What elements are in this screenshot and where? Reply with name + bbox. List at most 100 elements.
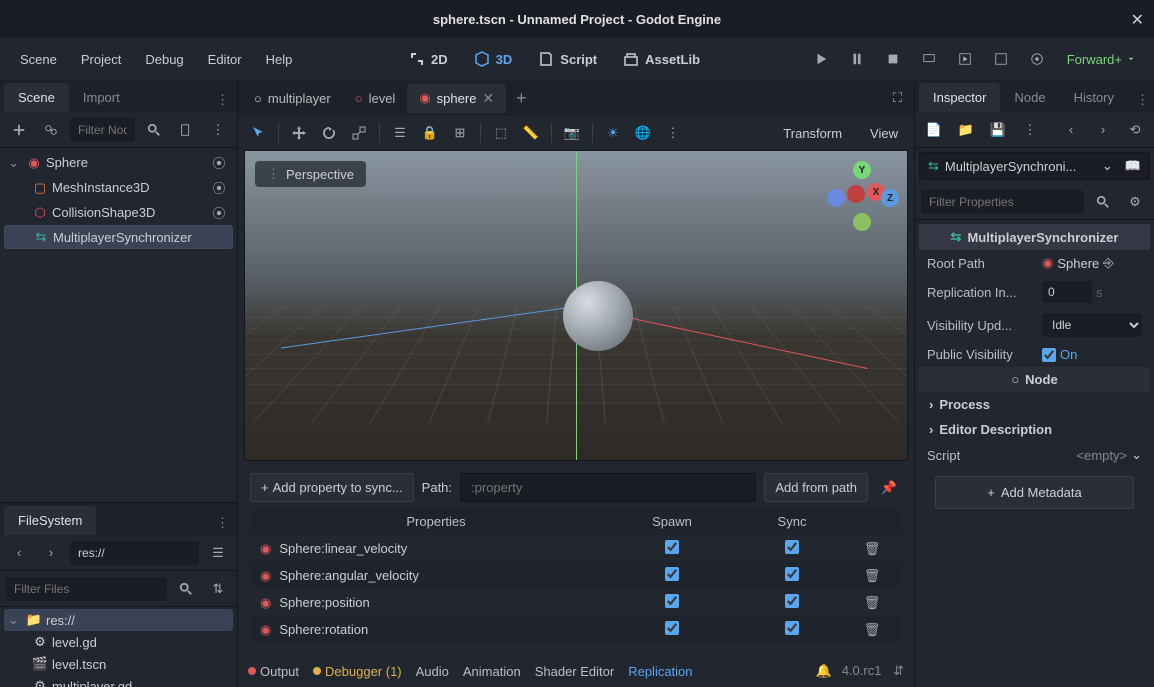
history-forward-icon[interactable]: › [1090, 117, 1116, 143]
bottom-tab-debugger[interactable]: Debugger (1) [313, 664, 402, 679]
add-from-path-button[interactable]: Add from path [764, 473, 868, 502]
spawn-checkbox[interactable] [665, 594, 679, 608]
view-menu[interactable]: View [860, 122, 908, 145]
tab-inspector[interactable]: Inspector [919, 83, 1000, 112]
editor-desc-group[interactable]: › Editor Description [919, 417, 1150, 442]
history-back-icon[interactable]: ‹ [1058, 117, 1084, 143]
sync-checkbox[interactable] [785, 594, 799, 608]
mode-assetlib-button[interactable]: AssetLib [613, 45, 710, 73]
snap-tool[interactable]: ⬚ [487, 119, 515, 147]
expand-viewport-icon[interactable]: ⛶ [885, 86, 910, 110]
tree-node-mesh[interactable]: ▢ MeshInstance3D ⦿ [4, 175, 233, 200]
add-metadata-button[interactable]: + Add Metadata [935, 476, 1134, 509]
select-tool[interactable] [244, 119, 272, 147]
fs-path-input[interactable] [70, 541, 199, 565]
prop-visibility-update-select[interactable]: Idle [1042, 313, 1142, 337]
lock-tool[interactable]: 🔒 [416, 119, 444, 147]
fs-split-icon[interactable]: ☰ [205, 540, 231, 566]
group-tool[interactable]: ⊞ [446, 119, 474, 147]
node-section-header[interactable]: ○ Node [919, 367, 1150, 392]
tab-filesystem[interactable]: FileSystem [4, 506, 96, 535]
sync-checkbox[interactable] [785, 621, 799, 635]
tab-history[interactable]: History [1060, 83, 1128, 112]
search-icon[interactable] [141, 117, 167, 143]
spawn-checkbox[interactable] [665, 621, 679, 635]
viewport-3d[interactable]: ⋮ Perspective Y X Z [244, 150, 908, 461]
perspective-dropdown[interactable]: ⋮ Perspective [255, 161, 366, 187]
save-resource-icon[interactable]: 💾 [985, 117, 1011, 143]
gizmo-neg-y[interactable] [853, 213, 871, 231]
script-value[interactable]: <empty> [1077, 448, 1128, 463]
bottom-tab-audio[interactable]: Audio [416, 664, 449, 679]
rotate-tool[interactable] [315, 119, 343, 147]
scene-tab-sphere[interactable]: ◉ sphere ✕ [407, 84, 506, 113]
doc-icon[interactable]: 📖 [1125, 158, 1141, 174]
gizmo-y[interactable]: Y [853, 161, 871, 179]
menu-project[interactable]: Project [71, 46, 131, 73]
visibility-icon[interactable]: ⦿ [209, 203, 229, 222]
process-group[interactable]: › Process [919, 392, 1150, 417]
add-node-button[interactable] [6, 117, 32, 143]
sync-checkbox[interactable] [785, 540, 799, 554]
fs-filter-input[interactable] [6, 577, 167, 601]
tab-import[interactable]: Import [69, 83, 134, 112]
tree-node-root[interactable]: ⌄ ◉ Sphere ⦿ [4, 150, 233, 175]
fs-dock-options[interactable]: ⋮ [208, 511, 237, 535]
filter-settings-icon[interactable]: ⚙ [1122, 189, 1148, 215]
fs-file[interactable]: ⚙ multiplayer.gd [4, 675, 233, 687]
chevron-down-icon[interactable]: ⌄ [1131, 447, 1142, 463]
sync-checkbox[interactable] [785, 567, 799, 581]
search-icon[interactable] [173, 576, 199, 602]
pin-icon[interactable]: 📌 [876, 475, 902, 501]
gizmo-neg[interactable] [827, 189, 845, 207]
scene-more-icon[interactable]: ⋮ [205, 117, 231, 143]
movie-button[interactable] [1023, 45, 1051, 73]
prop-root-path-value[interactable]: Sphere [1057, 256, 1099, 271]
environment-tool[interactable]: 🌐 [629, 119, 657, 147]
spawn-checkbox[interactable] [665, 540, 679, 554]
search-icon[interactable] [1090, 189, 1116, 215]
mode-script-button[interactable]: Script [528, 45, 607, 73]
transform-menu[interactable]: Transform [773, 122, 852, 145]
delete-icon[interactable]: 🗑 [852, 568, 892, 584]
attach-script-button[interactable] [173, 117, 199, 143]
close-tab-icon[interactable]: ✕ [482, 90, 494, 107]
add-scene-tab[interactable]: + [506, 84, 537, 113]
bottom-tab-replication[interactable]: Replication [628, 664, 692, 679]
instance-button[interactable] [38, 117, 64, 143]
delete-icon[interactable]: 🗑 [852, 622, 892, 638]
mode-3d-button[interactable]: 3D [464, 45, 523, 73]
remote-debug-button[interactable] [915, 45, 943, 73]
add-property-button[interactable]: + Add property to sync... [250, 473, 414, 502]
fs-file[interactable]: 🎬 level.tscn [4, 653, 233, 675]
bottom-tab-shader[interactable]: Shader Editor [535, 664, 615, 679]
filter-nodes-input[interactable] [70, 118, 135, 142]
renderer-dropdown[interactable]: Forward+ [1059, 48, 1144, 71]
sun-tool[interactable]: ☀ [599, 119, 627, 147]
tab-node[interactable]: Node [1000, 83, 1059, 112]
prop-replication-interval-input[interactable] [1042, 281, 1092, 303]
filter-properties-input[interactable] [921, 190, 1084, 214]
visibility-icon[interactable]: ⦿ [209, 153, 229, 172]
fs-back-button[interactable]: ‹ [6, 540, 32, 566]
inspected-node-dropdown[interactable]: ⇆ MultiplayerSynchroni... ⌄ 📖 [919, 152, 1150, 180]
menu-editor[interactable]: Editor [198, 46, 252, 73]
menu-help[interactable]: Help [256, 46, 303, 73]
scale-tool[interactable] [345, 119, 373, 147]
fs-file[interactable]: ⚙ level.gd [4, 631, 233, 653]
close-icon[interactable]: ✕ [1131, 10, 1144, 30]
spawn-checkbox[interactable] [665, 567, 679, 581]
expand-bottom-icon[interactable]: ⇵ [893, 663, 904, 678]
sphere-mesh[interactable] [563, 281, 633, 351]
orientation-gizmo[interactable]: Y X Z [827, 161, 897, 231]
expand-icon[interactable]: ⌄ [8, 155, 22, 171]
delete-icon[interactable]: 🗑 [852, 595, 892, 611]
assign-icon[interactable]: ⎆ [1103, 255, 1113, 271]
tab-scene[interactable]: Scene [4, 83, 69, 112]
pause-button[interactable] [843, 45, 871, 73]
gizmo-center[interactable] [847, 185, 865, 203]
fs-sort-icon[interactable]: ⇅ [205, 576, 231, 602]
load-resource-icon[interactable]: 📁 [953, 117, 979, 143]
scene-tab-multiplayer[interactable]: ○ multiplayer [242, 85, 343, 112]
play-custom-button[interactable] [987, 45, 1015, 73]
